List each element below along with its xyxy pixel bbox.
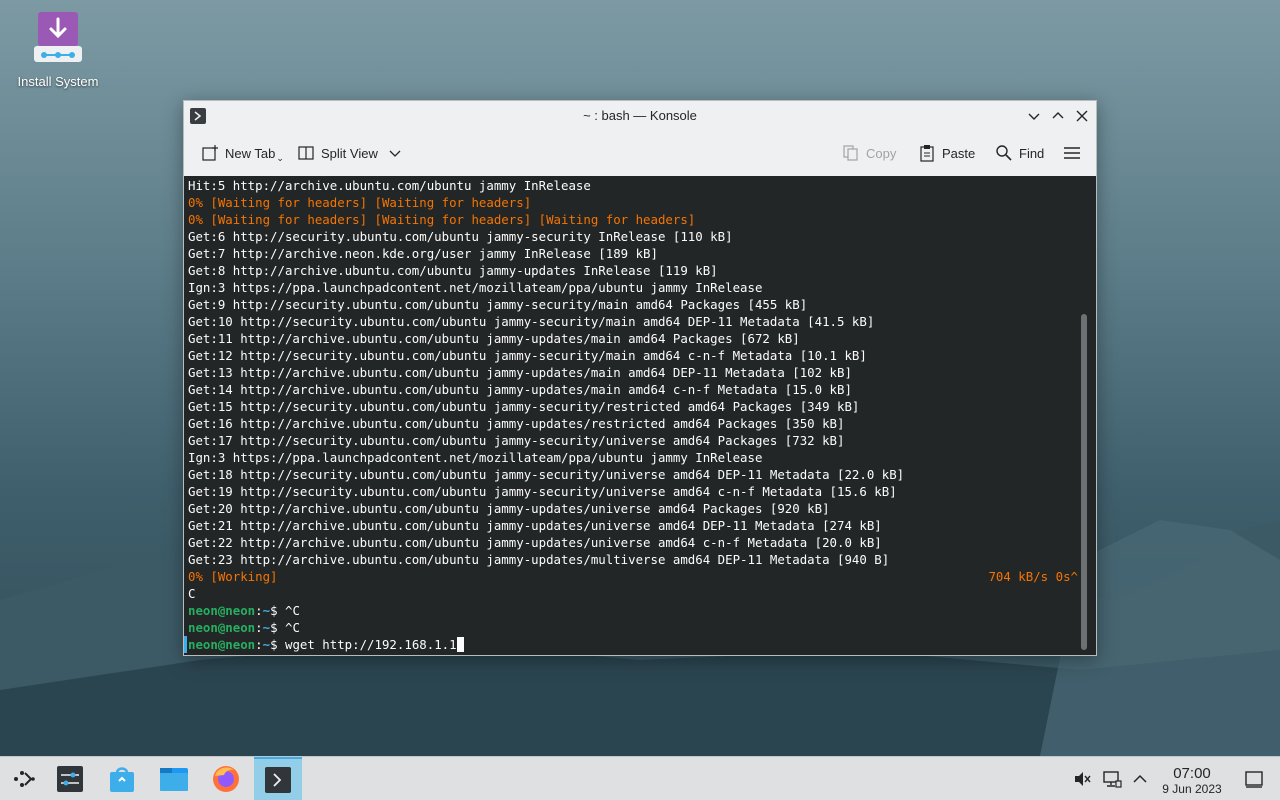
prompt-symbol: $ bbox=[270, 637, 285, 652]
terminal-line: Get:18 http://security.ubuntu.com/ubuntu… bbox=[188, 467, 905, 482]
digital-clock[interactable]: 07:00 9 Jun 2023 bbox=[1158, 765, 1226, 797]
prompt-path: ~ bbox=[262, 603, 271, 618]
install-system-desktop-icon[interactable]: Install System bbox=[10, 10, 106, 100]
terminal-line: Get:19 http://security.ubuntu.com/ubuntu… bbox=[188, 484, 897, 499]
prompt-separator: : bbox=[255, 603, 263, 618]
prompt-symbol: $ bbox=[270, 603, 285, 618]
terminal-line: Get:12 http://security.ubuntu.com/ubuntu… bbox=[188, 348, 867, 363]
prompt-user: neon@neon bbox=[188, 620, 256, 635]
system-settings-icon bbox=[57, 766, 83, 792]
focus-indicator bbox=[184, 636, 187, 653]
terminal-view[interactable]: Hit:5 http://archive.ubuntu.com/ubuntu j… bbox=[184, 176, 1096, 655]
chevron-down-icon[interactable] bbox=[388, 146, 402, 160]
terminal-line: Get:6 http://security.ubuntu.com/ubuntu … bbox=[188, 229, 733, 244]
terminal-line: Ign:3 https://ppa.launchpadcontent.net/m… bbox=[188, 280, 763, 295]
clock-date: 9 Jun 2023 bbox=[1162, 782, 1222, 796]
window-title: ~ : bash — Konsole bbox=[583, 108, 697, 123]
terminal-line: Hit:5 http://archive.ubuntu.com/ubuntu j… bbox=[188, 178, 591, 193]
terminal-line: Get:7 http://archive.neon.kde.org/user j… bbox=[188, 246, 658, 261]
prompt-line: neon@neon:~$ ^C bbox=[188, 619, 1078, 636]
download-speed: 704 kB/s 0s^ bbox=[988, 569, 1078, 584]
app-launcher-icon bbox=[14, 771, 35, 787]
active-prompt-line[interactable]: neon@neon:~$ wget http://192.168.1.1 bbox=[188, 636, 1078, 653]
toolbar: New Tab ⌄ Split View Copy Paste Find bbox=[184, 131, 1096, 175]
prompt-separator: : bbox=[255, 620, 263, 635]
new-tab-label: New Tab bbox=[225, 145, 276, 161]
terminal-line: 0% [Waiting for headers] [Waiting for he… bbox=[188, 212, 696, 227]
progress-status: 0% [Working] bbox=[188, 569, 278, 584]
copy-button[interactable]: Copy bbox=[842, 142, 896, 164]
split-view-label: Split View bbox=[321, 145, 378, 161]
terminal-line: Get:21 http://archive.ubuntu.com/ubuntu … bbox=[188, 518, 882, 533]
terminal-line: Get:15 http://security.ubuntu.com/ubuntu… bbox=[188, 399, 860, 414]
new-tab-icon bbox=[202, 145, 218, 161]
copy-icon bbox=[843, 145, 858, 161]
command-text: ^C bbox=[285, 620, 300, 635]
minimize-button[interactable] bbox=[1025, 107, 1043, 125]
terminal-line: Ign:3 https://ppa.launchpadcontent.net/m… bbox=[188, 450, 763, 465]
tray-expand-icon[interactable] bbox=[1130, 769, 1150, 789]
paste-icon bbox=[920, 145, 934, 162]
terminal-line: Get:23 http://archive.ubuntu.com/ubuntu … bbox=[188, 552, 890, 567]
network-icon[interactable] bbox=[1102, 769, 1122, 789]
terminal-output: Hit:5 http://archive.ubuntu.com/ubuntu j… bbox=[188, 177, 1078, 653]
firefox-icon bbox=[213, 766, 239, 792]
text-cursor bbox=[456, 637, 464, 652]
command-text: ^C bbox=[285, 603, 300, 618]
title-bar[interactable]: ~ : bash — Konsole bbox=[184, 101, 1096, 131]
terminal-scrollbar[interactable] bbox=[1081, 314, 1087, 650]
konsole-task[interactable] bbox=[254, 757, 302, 800]
split-view-button[interactable]: Split View bbox=[297, 142, 402, 164]
find-button[interactable]: Find bbox=[995, 142, 1044, 164]
hamburger-menu-button[interactable] bbox=[1063, 142, 1087, 164]
volume-muted-icon[interactable] bbox=[1072, 769, 1092, 789]
find-icon bbox=[996, 145, 1012, 161]
terminal-line: Get:17 http://security.ubuntu.com/ubuntu… bbox=[188, 433, 845, 448]
hamburger-menu-icon bbox=[1064, 147, 1080, 159]
terminal-line: Get:8 http://archive.ubuntu.com/ubuntu j… bbox=[188, 263, 718, 278]
close-button[interactable] bbox=[1073, 107, 1091, 125]
prompt-path: ~ bbox=[262, 620, 271, 635]
terminal-line: Get:10 http://security.ubuntu.com/ubuntu… bbox=[188, 314, 875, 329]
discover-store-icon bbox=[110, 767, 134, 792]
paste-button[interactable]: Paste bbox=[918, 142, 975, 164]
show-desktop-icon[interactable] bbox=[1244, 769, 1264, 789]
taskbar: 07:00 9 Jun 2023 bbox=[0, 756, 1280, 800]
terminal-line: Get:14 http://archive.ubuntu.com/ubuntu … bbox=[188, 382, 852, 397]
dolphin-files-task[interactable] bbox=[150, 757, 198, 800]
prompt-separator: : bbox=[255, 637, 263, 652]
konsole-window: ~ : bash — Konsole New Tab ⌄ Split View bbox=[183, 100, 1097, 656]
clock-time: 07:00 bbox=[1173, 765, 1211, 782]
dolphin-files-icon bbox=[160, 768, 188, 791]
terminal-line: 0% [Waiting for headers] [Waiting for he… bbox=[188, 195, 532, 210]
konsole-icon bbox=[265, 767, 291, 793]
split-view-icon bbox=[298, 146, 314, 160]
app-launcher-button[interactable] bbox=[0, 757, 48, 800]
prompt-user: neon@neon bbox=[188, 637, 256, 652]
install-system-label: Install System bbox=[17, 74, 99, 89]
terminal-line: Get:20 http://archive.ubuntu.com/ubuntu … bbox=[188, 501, 830, 516]
paste-label: Paste bbox=[942, 145, 976, 161]
find-label: Find bbox=[1019, 145, 1045, 161]
terminal-line: Get:22 http://archive.ubuntu.com/ubuntu … bbox=[188, 535, 882, 550]
command-input[interactable]: wget http://192.168.1.1 bbox=[285, 637, 457, 652]
terminal-line: Get:13 http://archive.ubuntu.com/ubuntu … bbox=[188, 365, 852, 380]
prompt-path: ~ bbox=[262, 637, 271, 652]
system-settings-task[interactable] bbox=[46, 757, 94, 800]
prompt-user: neon@neon bbox=[188, 603, 256, 618]
prompt-symbol: $ bbox=[270, 620, 285, 635]
firefox-task[interactable] bbox=[202, 757, 250, 800]
download-icon bbox=[34, 12, 82, 62]
terminal-line: C bbox=[188, 586, 196, 601]
prompt-line: neon@neon:~$ ^C bbox=[188, 602, 1078, 619]
terminal-line: Get:9 http://security.ubuntu.com/ubuntu … bbox=[188, 297, 808, 312]
progress-line: 0% [Working] 704 kB/s 0s^ bbox=[188, 568, 1078, 585]
terminal-line: Get:16 http://archive.ubuntu.com/ubuntu … bbox=[188, 416, 845, 431]
maximize-button[interactable] bbox=[1049, 107, 1067, 125]
discover-store-task[interactable] bbox=[98, 757, 146, 800]
terminal-line: Get:11 http://archive.ubuntu.com/ubuntu … bbox=[188, 331, 800, 346]
new-tab-button[interactable]: New Tab ⌄ bbox=[201, 142, 284, 164]
copy-label: Copy bbox=[866, 145, 897, 161]
new-tab-dropdown-indicator: ⌄ bbox=[276, 152, 284, 163]
